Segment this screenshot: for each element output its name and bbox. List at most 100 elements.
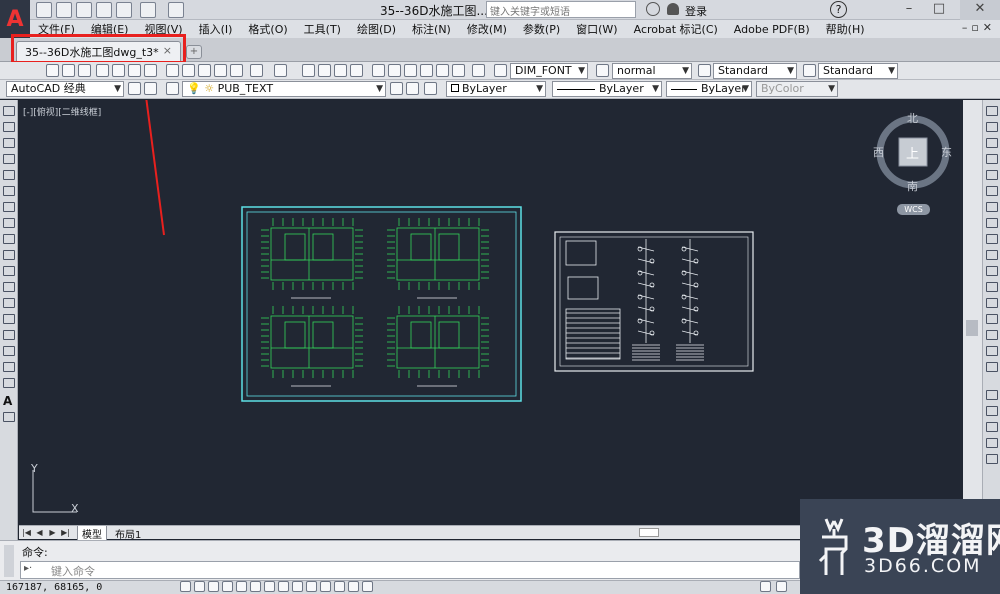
scrollbar-thumb[interactable] [966,320,978,336]
maximize-button[interactable]: □ [925,0,953,20]
array-icon[interactable] [986,170,998,180]
scale-icon[interactable] [986,218,998,228]
save-as-icon[interactable] [96,2,112,18]
model-space-icon[interactable] [760,581,771,592]
save-tb-icon[interactable] [78,64,91,77]
object-snap-icon[interactable] [250,581,261,592]
grid-display-icon[interactable] [208,581,219,592]
rectangle-icon[interactable] [3,170,15,180]
mdi-window-controls[interactable]: –▫✕ [962,21,996,34]
menu-draw[interactable]: 绘图(D) [357,21,396,37]
riser-diagram-sheet[interactable] [554,231,754,372]
snap-mode-icon[interactable] [194,581,205,592]
hatch-back-icon[interactable] [986,454,998,464]
drawing-canvas[interactable]: [-][俯视][二维线框] 北 南 东 西 上 WCS Y X [19,100,963,525]
close-button[interactable]: ✕ [960,0,1000,20]
prev-layout-icon[interactable]: ◀ [34,526,45,539]
compass-south[interactable]: 南 [907,178,918,194]
transparency-icon[interactable] [334,581,345,592]
break-at-point-icon[interactable] [986,282,998,292]
menu-adobe-pdf[interactable]: Adobe PDF(B) [734,23,810,36]
zoom-realtime-icon[interactable] [318,64,331,77]
menu-window[interactable]: 窗口(W) [576,21,617,37]
circle-icon[interactable] [3,202,15,212]
lineweight-icon[interactable] [320,581,331,592]
dim-style-icon[interactable] [596,64,609,77]
offset-icon[interactable] [986,154,998,164]
insert-block-icon[interactable] [3,282,15,292]
fillet-icon[interactable] [986,346,998,356]
match-properties-icon[interactable] [214,64,227,77]
construction-line-icon[interactable] [3,122,15,132]
dim-style-select[interactable]: Standard ▼ [713,63,797,79]
plot-preview-icon[interactable] [112,64,125,77]
viewcube-top-face[interactable]: 上 [906,143,919,162]
move-icon[interactable] [986,186,998,196]
plot-style-select[interactable]: ByColor ▼ [756,81,838,97]
mirror-icon[interactable] [986,138,998,148]
menu-dimension[interactable]: 标注(N) [412,21,451,37]
lock-icon[interactable] [144,82,157,95]
spline-icon[interactable] [3,234,15,244]
cursor-coordinates[interactable]: 167187, 68165, 0 [6,582,102,593]
minimize-button[interactable]: – [895,0,923,20]
table-style-icon[interactable] [698,64,711,77]
lineweight-select[interactable]: ByLayer ▼ [666,81,752,97]
add-selected-icon[interactable] [3,412,15,422]
color-select[interactable]: ByLayer ▼ [446,81,546,97]
undo-icon[interactable] [140,2,156,18]
search-input[interactable]: 键入关键字或短语 [486,1,636,18]
table-style-select[interactable]: Standard ▼ [818,63,898,79]
viewport-controls-label[interactable]: [-][俯视][二维线框] [23,105,101,118]
font-style-select[interactable]: normal ▼ [612,63,692,79]
copy-icon[interactable] [182,64,195,77]
multileader-style-icon[interactable] [803,64,816,77]
compass-north[interactable]: 北 [907,110,918,126]
make-block-icon[interactable] [3,298,15,308]
text-front-icon[interactable] [986,438,998,448]
workspace-select[interactable]: AutoCAD 经典 ▼ [6,81,124,97]
undo-tb-icon[interactable] [250,64,263,77]
new-file-icon[interactable] [36,2,52,18]
ellipse-icon[interactable] [3,250,15,260]
explode-icon[interactable] [986,362,998,372]
make-current-layer-icon[interactable] [390,82,403,95]
join-icon[interactable] [986,314,998,324]
layer-previous-icon[interactable] [406,82,419,95]
next-layout-icon[interactable]: ▶ [47,526,58,539]
gradient-icon[interactable] [3,346,15,356]
layer-state-icon[interactable] [424,82,437,95]
command-grip[interactable] [4,545,14,577]
revision-cloud-icon[interactable] [3,218,15,228]
new-tab-button[interactable]: + [186,45,202,59]
cut-icon[interactable] [166,64,179,77]
region-icon[interactable] [3,362,15,372]
stretch-icon[interactable] [986,234,998,244]
workspace-settings-icon[interactable] [128,82,141,95]
command-prompt-icon[interactable]: ▸· [24,563,32,574]
menu-modify[interactable]: 修改(M) [467,21,507,37]
calculator-icon[interactable] [452,64,465,77]
layer-properties-icon[interactable] [166,82,179,95]
table-icon[interactable] [3,378,15,388]
paste-icon[interactable] [198,64,211,77]
login-link[interactable]: 登录 [685,3,707,19]
point-icon[interactable] [3,314,15,324]
print-icon[interactable] [116,2,132,18]
floor-plan-sheet[interactable] [241,206,522,402]
markup-icon[interactable] [436,64,449,77]
compass-east[interactable]: 东 [941,144,952,160]
redo-icon[interactable] [168,2,184,18]
layer-select[interactable]: 💡 ☼ PUB_TEXT ▼ [182,81,386,97]
erase-icon[interactable] [986,106,998,116]
sheet-set-icon[interactable] [420,64,433,77]
polyline-icon[interactable] [3,138,15,148]
linetype-select[interactable]: ByLayer ▼ [552,81,662,97]
first-layout-icon[interactable]: |◀ [21,526,32,539]
text-style-icon[interactable] [494,64,507,77]
polygon-icon[interactable] [3,154,15,164]
binoculars-icon[interactable] [646,2,660,16]
last-layout-icon[interactable]: ▶| [60,526,71,539]
infer-constraints-icon[interactable] [180,581,191,592]
quick-view-icon[interactable] [776,581,787,592]
